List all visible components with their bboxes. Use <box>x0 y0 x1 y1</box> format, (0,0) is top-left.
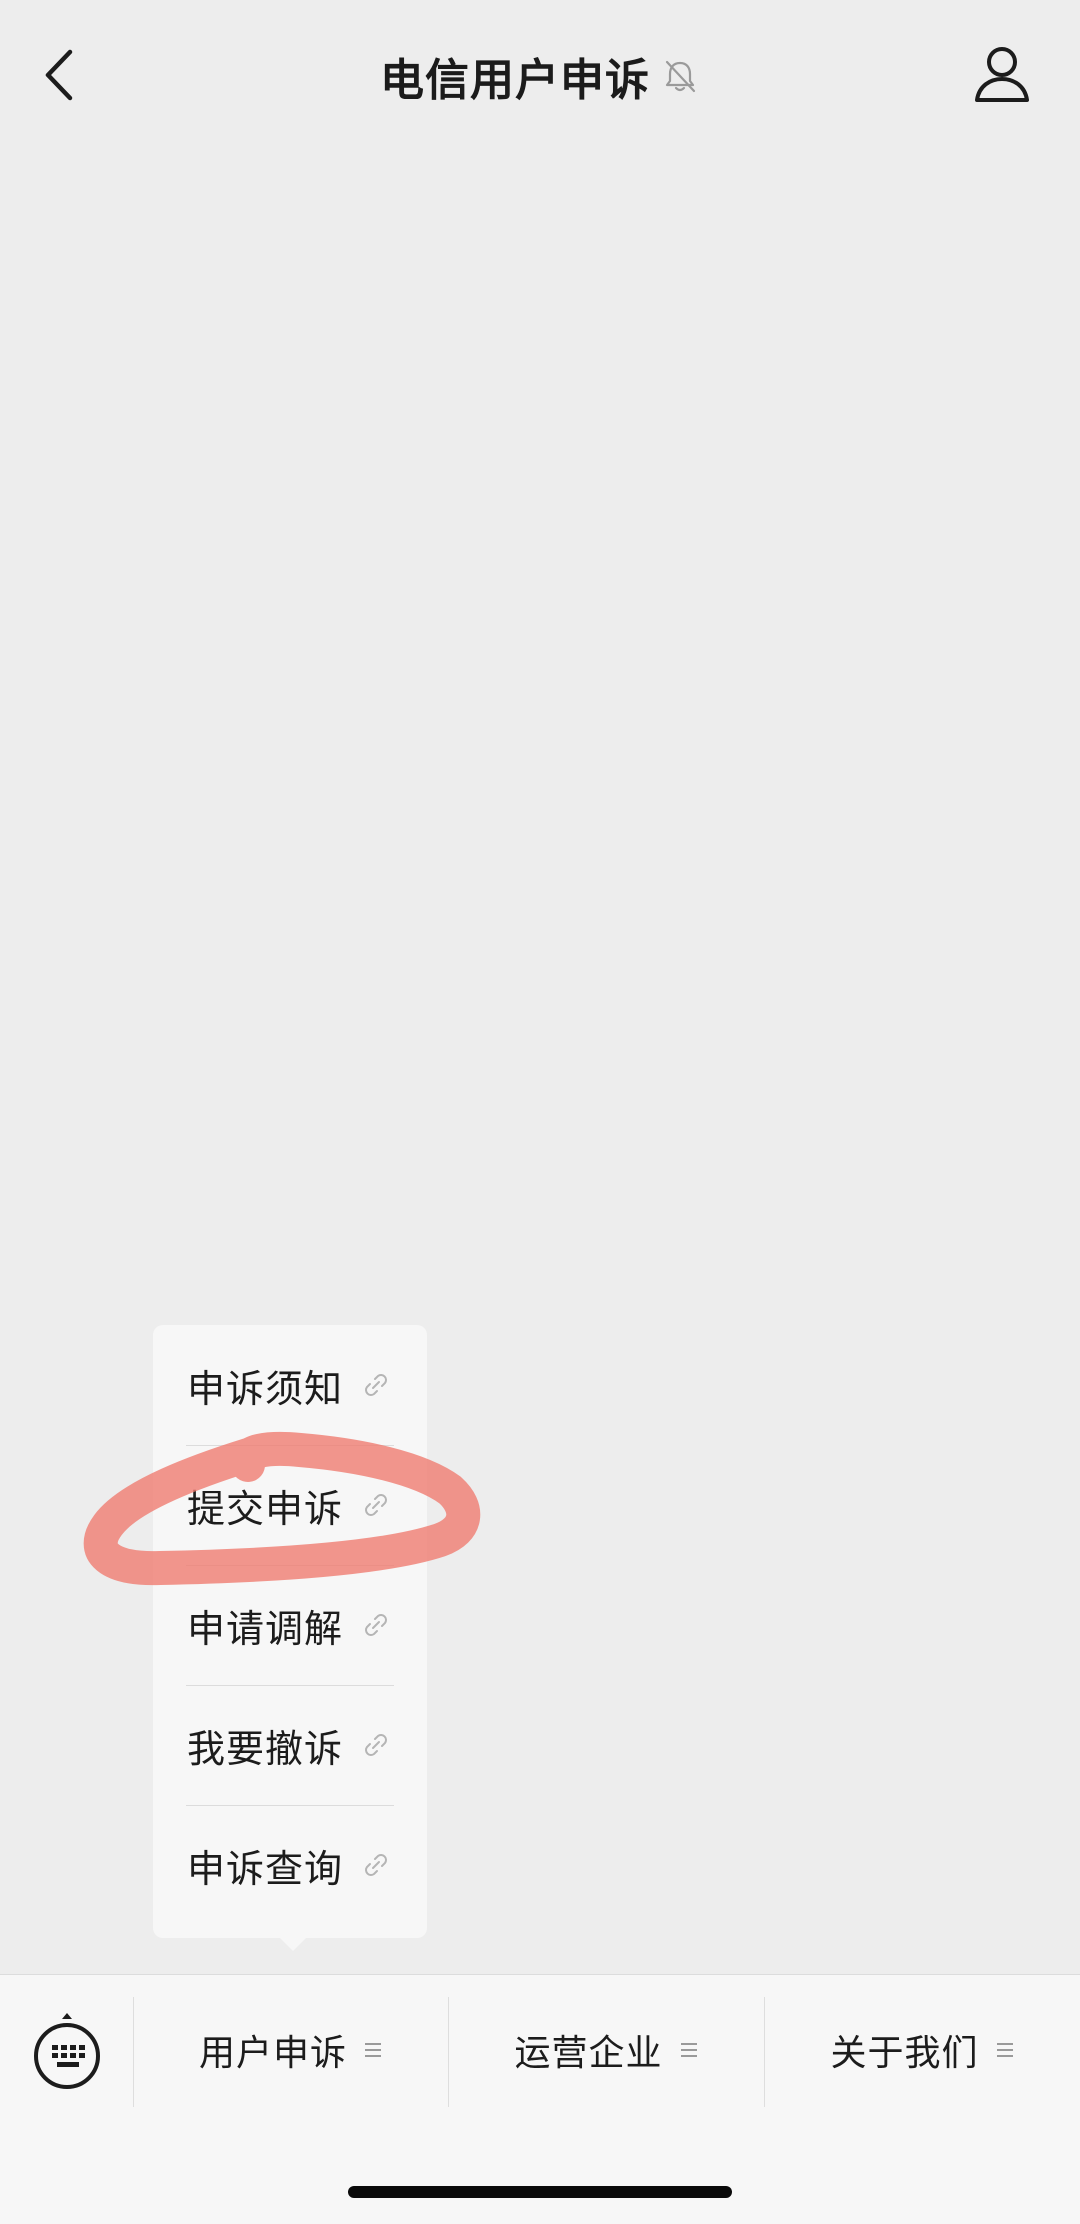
link-icon <box>365 1854 387 1876</box>
person-icon <box>975 47 1029 102</box>
menu-tab-about-us[interactable]: 关于我们 <box>765 1995 1080 2105</box>
menu-item-complaint-notice[interactable]: 申诉须知 <box>153 1325 427 1445</box>
keyboard-icon <box>34 2013 100 2089</box>
menu-tab-label: 运营企业 <box>514 2033 663 2074</box>
popup-arrow <box>279 1937 307 1951</box>
menu-lines-icon <box>996 2043 1013 2057</box>
menu-item-label: 申诉须知 <box>187 1366 344 1411</box>
menu-tab-operators[interactable]: 运营企业 <box>449 1995 764 2105</box>
menu-item-complaint-query[interactable]: 申诉查询 <box>153 1805 427 1925</box>
link-icon <box>365 1494 387 1516</box>
profile-button[interactable] <box>970 40 1034 110</box>
chat-header: 电信用户申诉 <box>0 0 1080 150</box>
link-icon <box>365 1734 387 1756</box>
menu-item-withdraw-complaint[interactable]: 我要撤诉 <box>153 1685 427 1805</box>
menu-lines-icon <box>680 2043 697 2057</box>
menu-tab-label: 用户申诉 <box>198 2033 347 2074</box>
page-title: 电信用户申诉 <box>380 55 650 106</box>
link-icon <box>365 1374 387 1396</box>
menu-item-label: 我要撤诉 <box>187 1726 344 1771</box>
menu-tab-label: 关于我们 <box>830 2033 979 2074</box>
menu-tab-user-complaint[interactable]: 用户申诉 <box>134 1995 448 2105</box>
link-icon <box>365 1614 387 1636</box>
menu-item-label: 申请调解 <box>187 1606 344 1651</box>
menu-lines-icon <box>365 2043 381 2057</box>
bell-slash-icon <box>665 60 696 93</box>
title-group: 电信用户申诉 <box>0 44 1080 108</box>
menu-item-label: 申诉查询 <box>187 1846 344 1891</box>
submenu-popup: 申诉须知 提交申诉 申请调解 我要撤诉 申诉查询 <box>153 1325 427 1938</box>
menu-item-request-mediation[interactable]: 申请调解 <box>153 1565 427 1685</box>
menu-item-label: 提交申诉 <box>187 1486 344 1531</box>
home-indicator[interactable] <box>348 2186 732 2198</box>
menu-item-submit-complaint[interactable]: 提交申诉 <box>153 1445 427 1565</box>
keyboard-toggle-button[interactable] <box>30 2011 104 2095</box>
